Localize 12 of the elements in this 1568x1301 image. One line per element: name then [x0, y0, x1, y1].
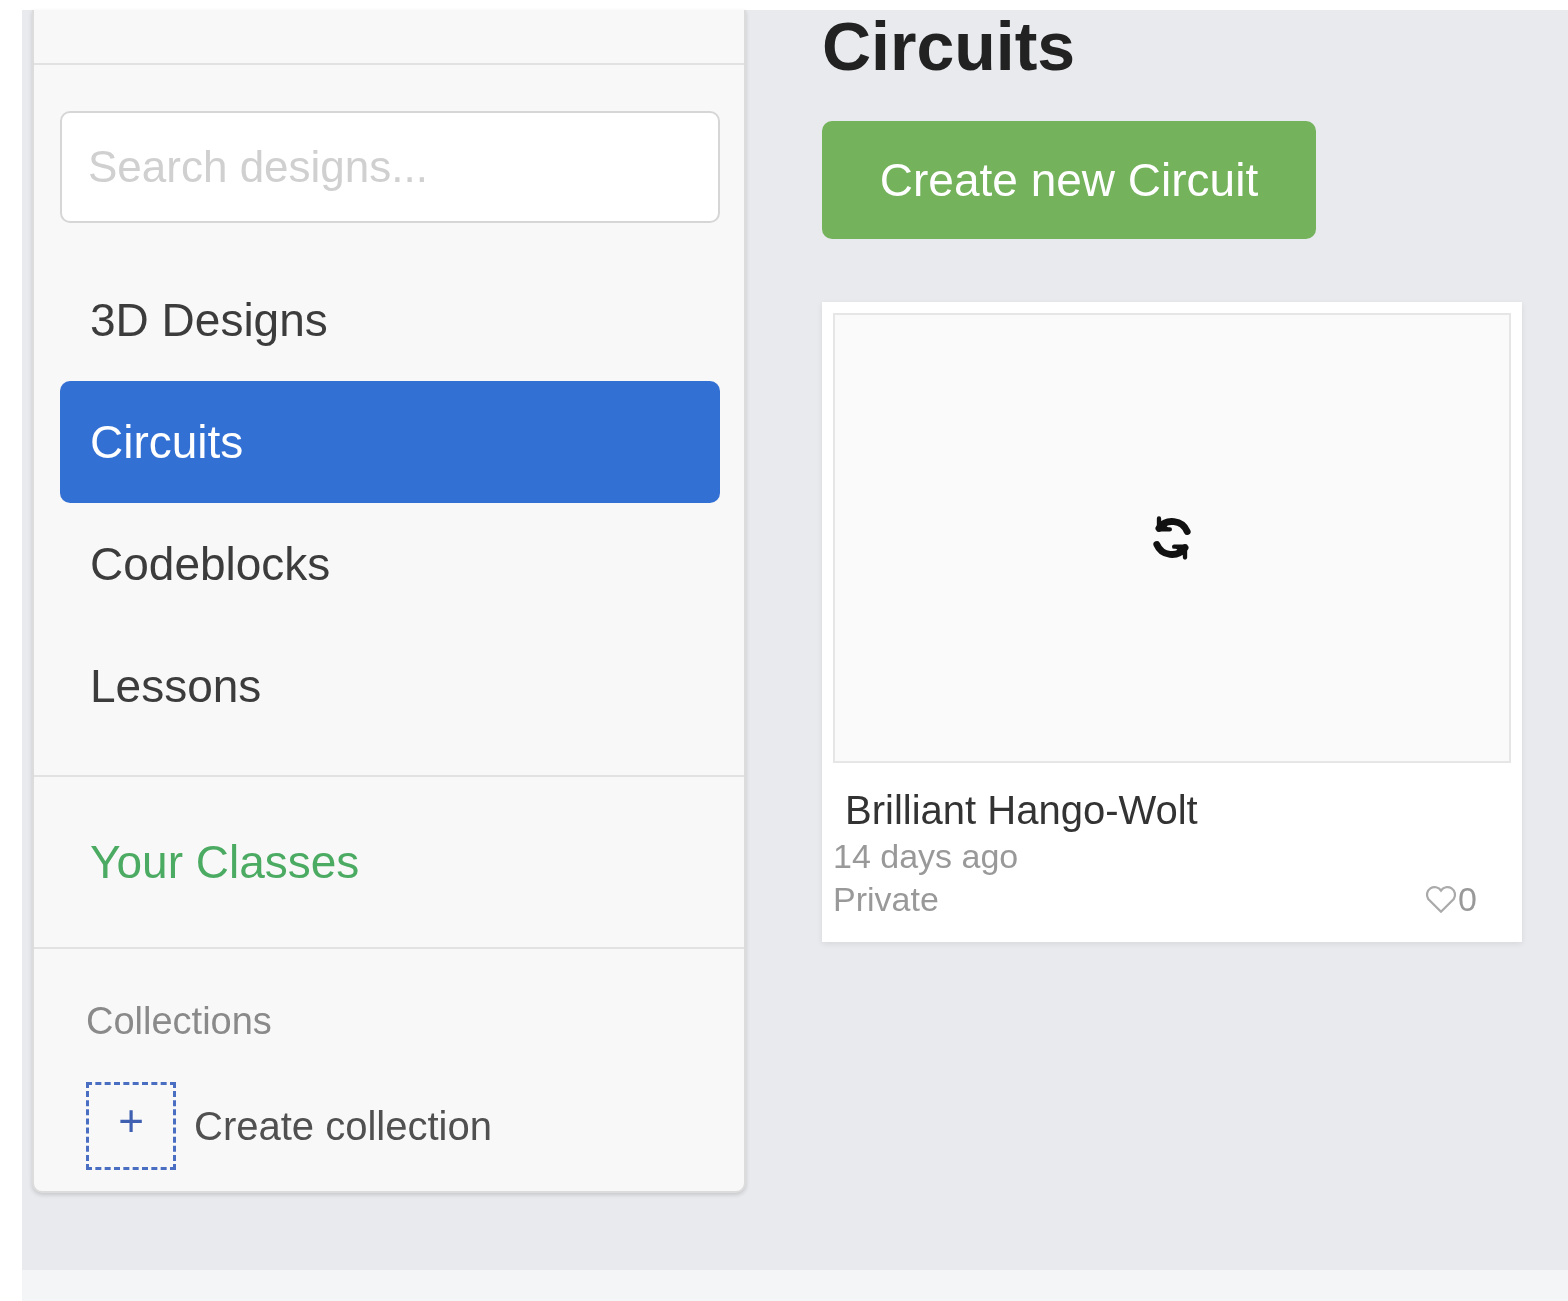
design-date: 14 days ago: [833, 836, 1020, 877]
sidebar-item[interactable]: Codeblocks: [60, 503, 720, 625]
likes-count: 0: [1458, 878, 1477, 920]
sidebar-item[interactable]: Lessons: [60, 625, 720, 747]
design-card[interactable]: Brilliant Hango-Wolt 14 days ago Private 0: [822, 302, 1522, 942]
page-title: Circuits: [822, 10, 1077, 80]
sidebar-item[interactable]: 3D Designs: [60, 259, 720, 381]
create-collection-button[interactable]: + Create collection: [86, 1082, 492, 1170]
collections-heading: Collections: [86, 1000, 272, 1042]
design-title: Brilliant Hango-Wolt: [845, 787, 1199, 834]
sidebar-item[interactable]: Circuits: [60, 381, 720, 503]
design-visibility: Private: [833, 878, 939, 920]
